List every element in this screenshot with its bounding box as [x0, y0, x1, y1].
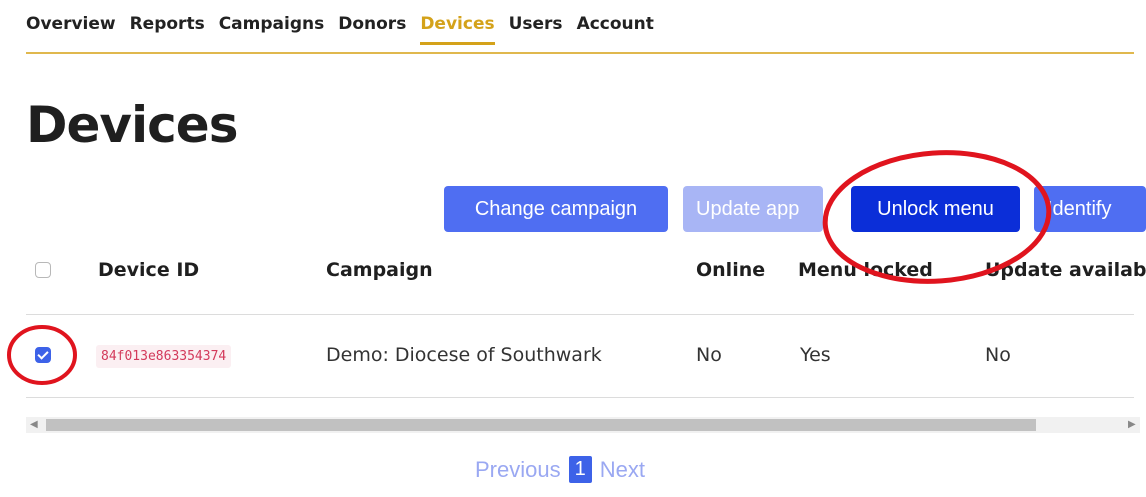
scroll-left-icon[interactable]: ◀: [30, 418, 38, 432]
header-update-available: Update available: [985, 259, 1146, 281]
menu-locked-cell: Yes: [800, 344, 831, 366]
page-title: Devices: [26, 96, 238, 154]
campaign-cell: Demo: Diocese of Southwark: [326, 344, 602, 366]
row-select-checkbox[interactable]: [35, 347, 51, 363]
update-app-button[interactable]: Update app: [683, 186, 823, 232]
online-cell: No: [696, 344, 722, 366]
nav-users[interactable]: Users: [509, 14, 563, 45]
device-id-cell: 84f013e863354374: [96, 345, 232, 368]
scrollbar-thumb[interactable]: [46, 419, 1036, 431]
nav-account[interactable]: Account: [577, 14, 654, 45]
next-page-link[interactable]: Next: [600, 457, 645, 483]
nav-devices[interactable]: Devices: [420, 14, 495, 45]
header-device-id: Device ID: [98, 259, 200, 281]
current-page[interactable]: 1: [568, 456, 592, 483]
nav-overview[interactable]: Overview: [26, 14, 116, 45]
nav-donors[interactable]: Donors: [338, 14, 406, 45]
identify-button[interactable]: Identify: [1034, 186, 1146, 232]
top-nav: Overview Reports Campaigns Donors Device…: [26, 14, 668, 45]
scroll-right-icon[interactable]: ▶: [1128, 418, 1136, 432]
header-online: Online: [696, 259, 766, 281]
nav-campaigns[interactable]: Campaigns: [219, 14, 325, 45]
nav-reports[interactable]: Reports: [130, 14, 205, 45]
header-menu-locked: Menu locked: [798, 259, 933, 281]
update-available-cell: No: [985, 344, 1011, 366]
unlock-menu-button[interactable]: Unlock menu: [851, 186, 1020, 232]
select-all-checkbox[interactable]: [35, 262, 51, 278]
header-campaign: Campaign: [326, 259, 433, 281]
table-row-divider: [26, 397, 1134, 398]
nav-divider: [26, 52, 1134, 54]
pagination: Previous 1 Next: [475, 456, 645, 483]
previous-page-link[interactable]: Previous: [475, 457, 561, 483]
table-header-divider: [26, 314, 1134, 315]
change-campaign-button[interactable]: Change campaign: [444, 186, 668, 232]
